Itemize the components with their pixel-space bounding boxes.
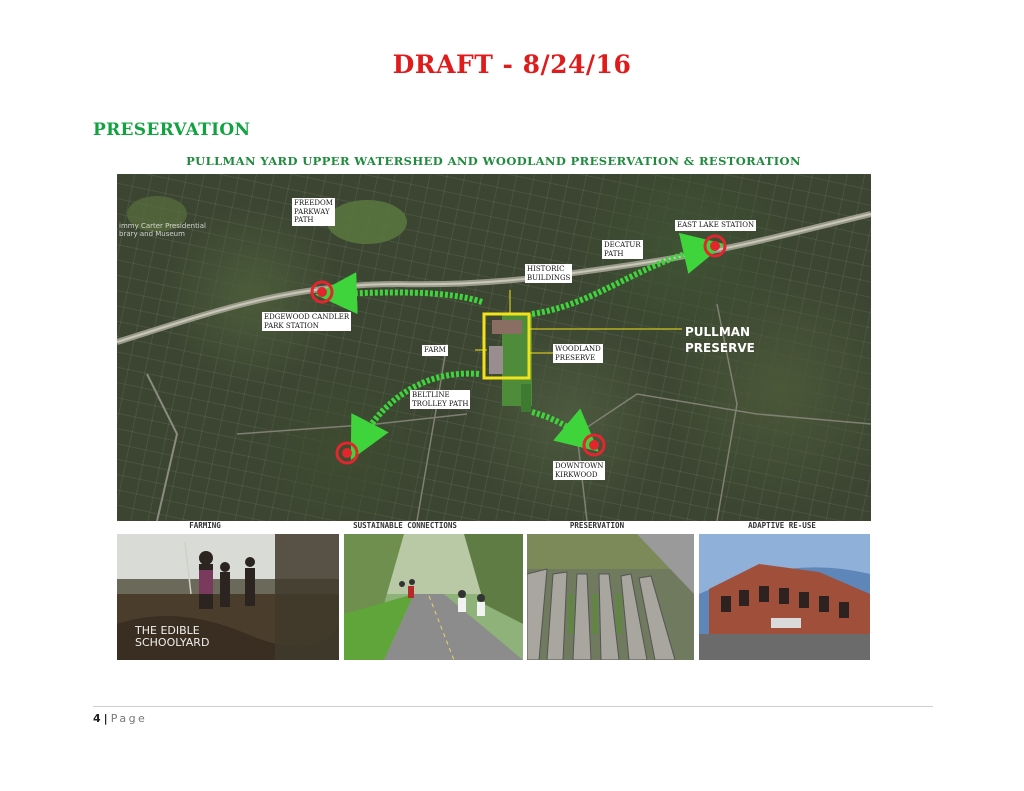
footer-rule	[93, 706, 933, 707]
path-to-kirkwood	[531, 408, 599, 452]
caption-sustainable-connections: SUSTAINABLE CONNECTIONS	[353, 521, 457, 530]
section-heading-preservation: PRESERVATION	[93, 120, 251, 140]
page-word: Page	[110, 712, 148, 725]
label-downtown-kirkwood: DOWNTOWN KIRKWOOD	[553, 461, 606, 480]
label-historic-buildings: HISTORIC BUILDINGS	[525, 264, 573, 283]
historic-buildings-area	[492, 320, 522, 334]
caption-adaptive-reuse: ADAPTIVE RE-USE	[748, 521, 816, 530]
draft-date-title: DRAFT - 8/24/16	[392, 50, 632, 79]
page-number: 4	[93, 712, 101, 725]
station-marker-beltline	[335, 441, 359, 465]
label-edgewood-candler-park-station: EDGEWOOD CANDLER PARK STATION	[262, 312, 352, 331]
footer-separator: |	[103, 712, 108, 725]
label-east-lake-station: EAST LAKE STATION	[675, 220, 757, 231]
label-decatur-path: DECATUR PATH	[602, 240, 643, 259]
edible-schoolyard-text: THE EDIBLE SCHOOLYARD	[134, 624, 209, 649]
aerial-map: immy Carter Presidential brary and Museu…	[117, 174, 871, 521]
preservation-figure: PULLMAN YARD UPPER WATERSHED AND WOODLAN…	[115, 150, 872, 662]
jimmy-carter-library-label: immy Carter Presidential brary and Museu…	[119, 222, 206, 238]
photo-captions: FARMING SUSTAINABLE CONNECTIONS PRESERVA…	[115, 521, 872, 533]
caption-preservation: PRESERVATION	[569, 521, 625, 530]
caption-farming: FARMING	[189, 521, 221, 530]
figure-title: PULLMAN YARD UPPER WATERSHED AND WOODLAN…	[186, 154, 801, 168]
photo-adaptive-reuse	[699, 534, 870, 660]
label-freedom-parkway-path: FREEDOM PARKWAY PATH	[292, 198, 335, 226]
map-overlay	[117, 196, 871, 521]
station-marker-kirkwood	[582, 433, 606, 457]
photo-preservation	[527, 534, 694, 660]
edible-line-2: SCHOOLYARD	[135, 636, 209, 649]
photo-farming: THE EDIBLE SCHOOLYARD	[117, 534, 339, 660]
path-to-edgewood	[315, 272, 483, 315]
label-farm: FARM	[422, 345, 448, 356]
photo-sustainable-connections	[344, 534, 523, 660]
farm-area	[489, 346, 503, 374]
park-area	[327, 200, 407, 244]
label-beltline-trolley-path: BELTLINE TROLLEY PATH	[410, 390, 471, 409]
pullman-preserve-callout: PULLMAN PRESERVE	[685, 325, 755, 355]
label-woodland-preserve: WOODLAND PRESERVE	[553, 344, 603, 363]
page-footer: 4 | Page	[93, 712, 147, 725]
